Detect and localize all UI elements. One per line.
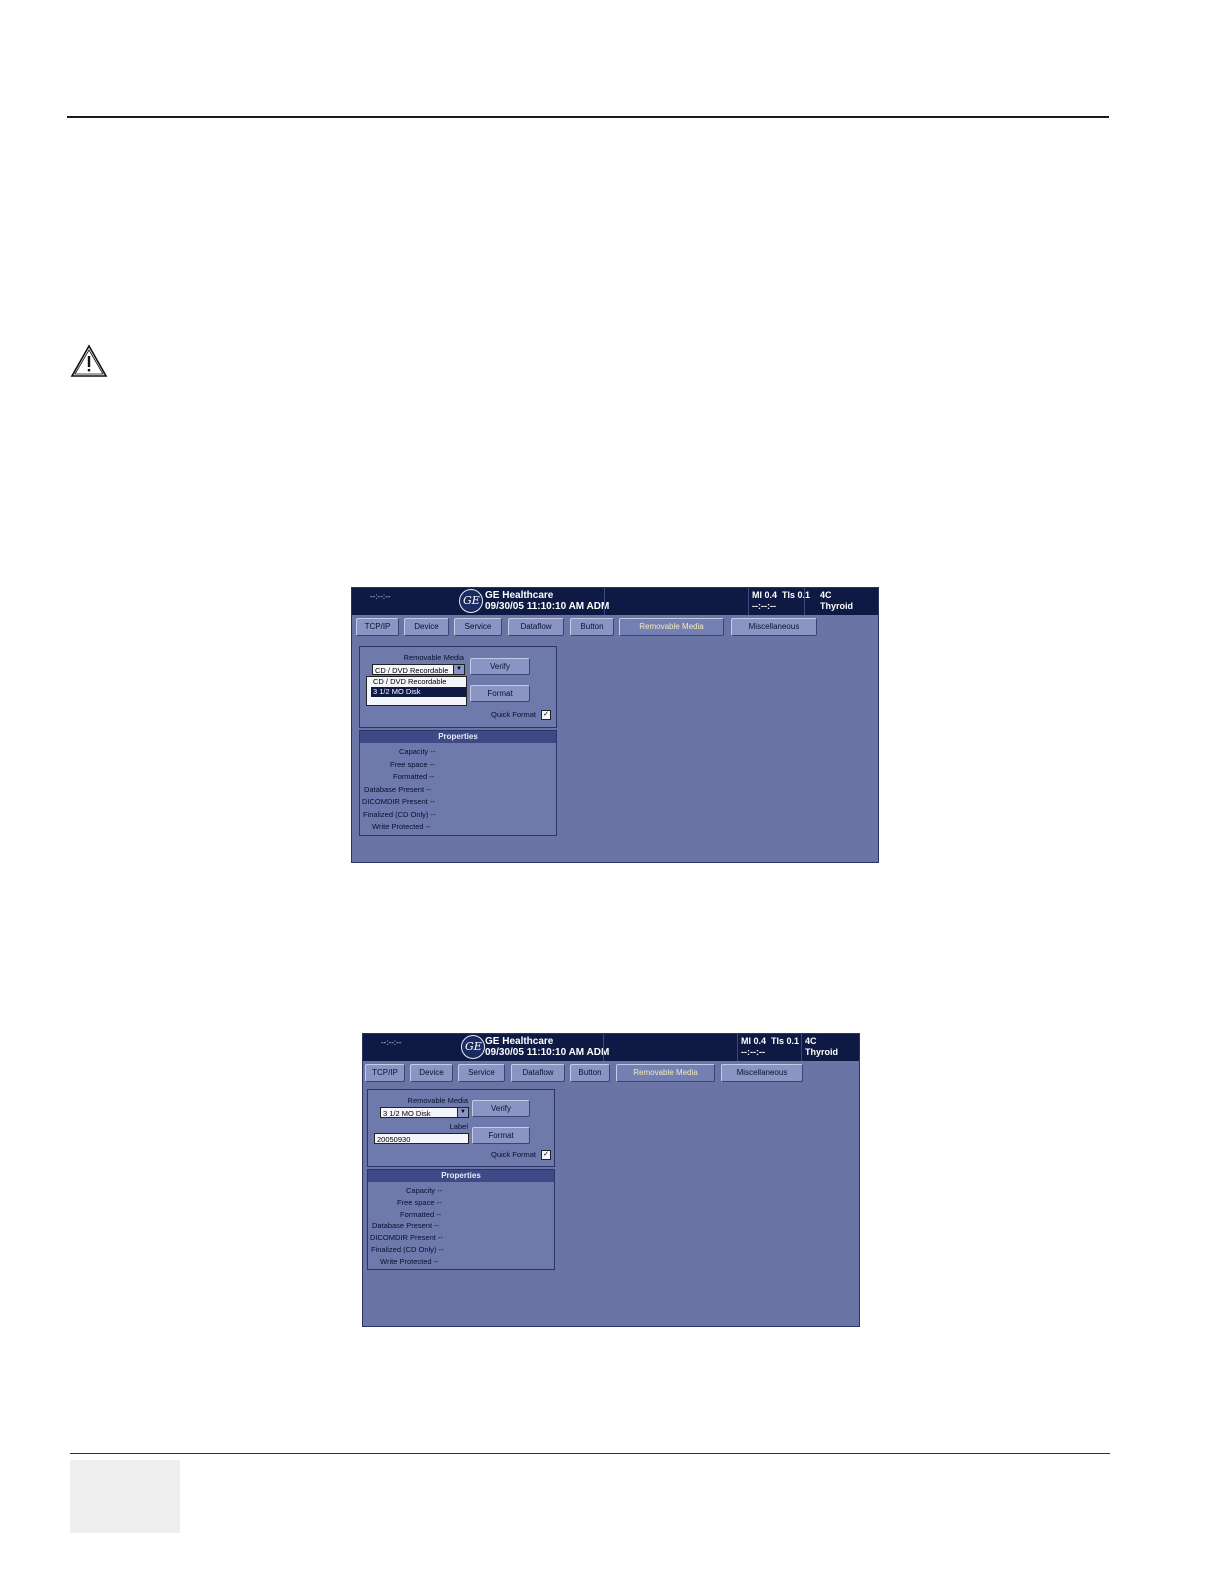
- probe-readout: 4C Thyroid: [805, 1036, 838, 1057]
- screenshot-label-entry: --:--:-- GE GE Healthcare 09/30/05 11:10…: [362, 1033, 860, 1327]
- ge-logo-icon: GE: [459, 589, 483, 613]
- removable-media-panel: Removable Media 3 1/2 MO Disk ▼ Label 20…: [367, 1089, 555, 1167]
- property-dicomdir-present: DICOMDIR Present --: [370, 1233, 443, 1242]
- footer-rule: [70, 1453, 1110, 1454]
- tab-device[interactable]: Device: [404, 618, 449, 636]
- chevron-down-icon[interactable]: ▼: [457, 1108, 468, 1117]
- label-input[interactable]: 20050930: [374, 1133, 469, 1144]
- tab-button[interactable]: Button: [570, 618, 614, 636]
- screenshot-dropdown-open: --:--:-- GE GE Healthcare 09/30/05 11:10…: [351, 587, 879, 863]
- brand-name: GE Healthcare: [485, 1036, 554, 1047]
- probe-readout: 4C Thyroid: [820, 590, 853, 611]
- property-finalized: Finalized (CD Only) --: [371, 1245, 444, 1254]
- property-write-protected: Write Protected --: [380, 1257, 439, 1266]
- warning-icon: [70, 344, 108, 377]
- status-divider: [804, 588, 805, 615]
- property-dicomdir-present: DICOMDIR Present --: [362, 797, 435, 806]
- quick-format-checkbox[interactable]: ✓: [541, 710, 551, 720]
- date-time: 09/30/05 11:10:10 AM ADM: [485, 601, 610, 612]
- property-database-present: Database Present --: [372, 1221, 440, 1230]
- properties-title: Properties: [368, 1170, 554, 1182]
- status-divider: [737, 1034, 738, 1061]
- mi-readout: MI 0.4 TIs 0.1 --:--:--: [741, 1036, 800, 1057]
- chevron-down-icon[interactable]: ▼: [453, 665, 464, 674]
- removable-media-select[interactable]: 3 1/2 MO Disk ▼: [380, 1107, 469, 1118]
- selected-media: 3 1/2 MO Disk: [383, 1109, 431, 1118]
- dropdown-option[interactable]: CD / DVD Recordable: [371, 677, 466, 687]
- property-free-space: Free space --: [390, 760, 435, 769]
- verify-button[interactable]: Verify: [470, 658, 530, 675]
- property-capacity: Capacity --: [406, 1186, 443, 1195]
- status-bar: --:--:-- GE GE Healthcare 09/30/05 11:10…: [363, 1034, 859, 1061]
- property-finalized: Finalized (CD Only) --: [363, 810, 436, 819]
- removable-media-panel: Removable Media CD / DVD Recordable ▼ CD…: [359, 646, 557, 728]
- date-time: 09/30/05 11:10:10 AM ADM: [485, 1047, 610, 1058]
- tab-device[interactable]: Device: [410, 1064, 453, 1082]
- tab-service[interactable]: Service: [454, 618, 502, 636]
- removable-media-label: Removable Media: [407, 1096, 468, 1105]
- status-bar: --:--:-- GE GE Healthcare 09/30/05 11:10…: [352, 588, 878, 615]
- time-readout: --:--:--: [370, 592, 391, 601]
- tab-service[interactable]: Service: [458, 1064, 505, 1082]
- footer-box: [70, 1460, 180, 1533]
- tab-removable-media[interactable]: Removable Media: [616, 1064, 715, 1082]
- selected-media: CD / DVD Recordable: [375, 666, 449, 675]
- status-divider: [604, 588, 605, 615]
- tab-removable-media[interactable]: Removable Media: [619, 618, 724, 636]
- property-database-present: Database Present --: [364, 785, 432, 794]
- brand-name: GE Healthcare: [485, 590, 554, 601]
- format-button[interactable]: Format: [470, 685, 530, 702]
- removable-media-select[interactable]: CD / DVD Recordable ▼: [372, 664, 465, 675]
- status-divider: [603, 1034, 604, 1061]
- property-formatted: Formatted --: [400, 1210, 442, 1219]
- properties-panel: Properties Capacity -- Free space -- For…: [367, 1169, 555, 1270]
- brand-block: GE Healthcare 09/30/05 11:10:10 AM ADM: [485, 590, 609, 612]
- property-write-protected: Write Protected --: [372, 822, 431, 831]
- label-field-label: Label: [449, 1122, 468, 1131]
- dropdown-option-selected[interactable]: 3 1/2 MO Disk: [371, 687, 466, 697]
- time-readout: --:--:--: [381, 1038, 402, 1047]
- properties-title: Properties: [360, 731, 556, 743]
- status-divider: [748, 588, 749, 615]
- header-rule: [67, 116, 1109, 118]
- tab-dataflow[interactable]: Dataflow: [508, 618, 564, 636]
- status-divider: [801, 1034, 802, 1061]
- tab-dataflow[interactable]: Dataflow: [511, 1064, 565, 1082]
- tab-button[interactable]: Button: [570, 1064, 610, 1082]
- tab-tcpip[interactable]: TCP/IP: [365, 1064, 405, 1082]
- property-formatted: Formatted --: [393, 772, 435, 781]
- property-free-space: Free space --: [397, 1198, 442, 1207]
- tab-miscellaneous[interactable]: Miscellaneous: [721, 1064, 803, 1082]
- tab-miscellaneous[interactable]: Miscellaneous: [731, 618, 817, 636]
- tab-tcpip[interactable]: TCP/IP: [356, 618, 399, 636]
- ge-logo-icon: GE: [461, 1035, 485, 1059]
- verify-button[interactable]: Verify: [472, 1100, 530, 1117]
- quick-format-label: Quick Format: [490, 1150, 536, 1159]
- removable-media-label: Removable Media: [403, 653, 464, 662]
- quick-format-checkbox[interactable]: ✓: [541, 1150, 551, 1160]
- quick-format-label: Quick Format: [490, 710, 536, 719]
- property-capacity: Capacity --: [399, 747, 436, 756]
- media-dropdown-list: CD / DVD Recordable 3 1/2 MO Disk: [366, 676, 467, 706]
- brand-block: GE Healthcare 09/30/05 11:10:10 AM ADM: [485, 1036, 609, 1058]
- format-button[interactable]: Format: [472, 1127, 530, 1144]
- mi-readout: MI 0.4 TIs 0.1 --:--:--: [752, 590, 811, 611]
- properties-panel: Properties Capacity -- Free space -- For…: [359, 730, 557, 836]
